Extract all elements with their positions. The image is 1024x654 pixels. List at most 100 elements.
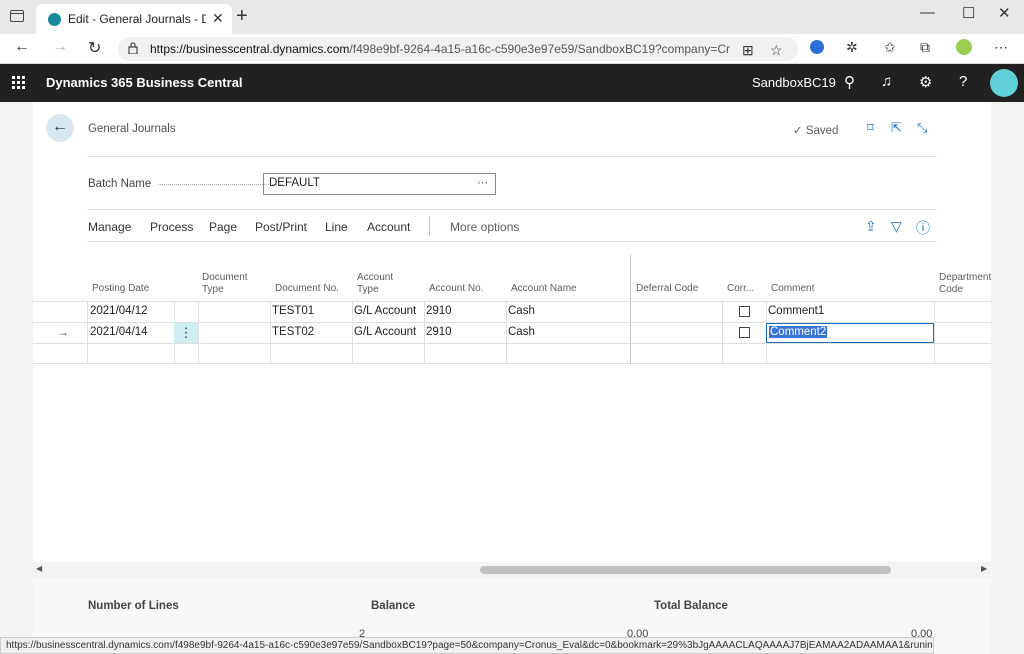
business-central-favicon-icon xyxy=(48,13,61,26)
minimize-icon[interactable]: — xyxy=(920,4,935,21)
forward-arrow-icon[interactable]: → xyxy=(52,38,68,56)
action-process[interactable]: Process xyxy=(150,220,193,234)
divider xyxy=(87,209,937,210)
cell-comment[interactable]: Comment1 xyxy=(768,305,824,317)
table-row[interactable]: 2021/04/12 TEST01 G/L Account 2910 Cash … xyxy=(33,301,991,322)
col-header-correction[interactable]: Corr... xyxy=(727,283,754,295)
col-header-posting-date[interactable]: Posting Date xyxy=(92,283,149,295)
lookup-ellipsis-icon[interactable]: ⋯ xyxy=(477,176,488,189)
share-icon[interactable]: ⇪ xyxy=(865,218,877,235)
info-icon[interactable]: ⓘ xyxy=(916,218,930,238)
open-new-window-icon[interactable]: ⇱ xyxy=(891,120,902,136)
lock-icon xyxy=(128,42,138,54)
saved-label: Saved xyxy=(805,125,839,137)
refresh-icon[interactable]: ↻ xyxy=(88,38,101,58)
back-arrow-icon[interactable]: ← xyxy=(14,38,30,56)
correction-checkbox[interactable] xyxy=(739,306,750,317)
favorite-star-icon[interactable]: ☆ xyxy=(770,42,783,59)
settings-gear-icon[interactable]: ⚙ xyxy=(919,73,932,91)
tab-actions-icon[interactable] xyxy=(10,10,24,22)
divider xyxy=(87,156,937,157)
cell-account-name[interactable]: Cash xyxy=(508,305,535,317)
scroll-right-icon[interactable]: ▶ xyxy=(981,564,987,573)
company-name: SandboxBC19 xyxy=(752,75,836,90)
url-input[interactable]: https://businesscentral.dynamics.com/f49… xyxy=(118,37,798,61)
url-path: /f498e9bf-9264-4a15-a16c-c590e3e97e59/Sa… xyxy=(349,42,730,56)
maximize-icon[interactable]: ☐ xyxy=(962,4,975,22)
divider xyxy=(87,241,937,242)
collapse-icon[interactable]: ⤡ xyxy=(917,120,927,136)
cell-account-type[interactable]: G/L Account xyxy=(354,326,416,338)
table-row[interactable]: → 2021/04/14 ⋮ TEST02 G/L Account 2910 C… xyxy=(33,322,991,343)
cell-posting-date[interactable]: 2021/04/12 xyxy=(90,305,148,317)
new-tab-icon[interactable]: + xyxy=(236,5,248,28)
more-menu-icon[interactable]: ⋯ xyxy=(994,39,1008,56)
cell-account-no[interactable]: 2910 xyxy=(426,326,452,338)
cell-account-no[interactable]: 2910 xyxy=(426,305,452,317)
app-title: Dynamics 365 Business Central xyxy=(46,75,243,90)
balance-label: Balance xyxy=(371,600,416,612)
tab-title: Edit - General Journals - Dynamics 365 B… xyxy=(68,12,206,26)
col-header-department-code[interactable]: Department Code xyxy=(939,272,991,296)
comment-selected-text: Comment2 xyxy=(769,326,828,338)
link-status-bar: https://businesscentral.dynamics.com/f49… xyxy=(0,637,934,654)
window-close-icon[interactable]: ✕ xyxy=(998,4,1011,22)
col-header-comment[interactable]: Comment xyxy=(771,283,814,295)
general-journals-page: ← General Journals ✓ Saved ⌑ ⇱ ⤡ Batch N… xyxy=(33,102,991,654)
row-actions-menu-icon[interactable]: ⋮ xyxy=(174,323,198,343)
col-header-account-type[interactable]: Account Type xyxy=(357,272,407,296)
batch-name-input[interactable]: DEFAULT ⋯ xyxy=(263,173,496,195)
profile-icon[interactable] xyxy=(956,39,972,55)
action-manage[interactable]: Manage xyxy=(88,220,131,234)
help-icon[interactable]: ? xyxy=(959,73,967,90)
collections-icon[interactable]: ⧉ xyxy=(920,39,930,56)
close-icon[interactable]: ✕ xyxy=(212,10,224,27)
correction-checkbox[interactable] xyxy=(739,327,750,338)
filter-icon[interactable]: ▽ xyxy=(891,218,902,235)
cell-document-no[interactable]: TEST02 xyxy=(272,326,314,338)
scroll-left-icon[interactable]: ◀ xyxy=(36,564,42,573)
browser-tab-bar: Edit - General Journals - Dynamics 365 B… xyxy=(0,0,1024,34)
action-account[interactable]: Account xyxy=(367,220,410,234)
avatar[interactable] xyxy=(990,69,1018,97)
browser-tab[interactable]: Edit - General Journals - Dynamics 365 B… xyxy=(36,4,232,34)
current-row-arrow-icon: → xyxy=(57,325,69,339)
scrollbar-thumb[interactable] xyxy=(480,566,891,574)
col-header-document-type[interactable]: Document Type xyxy=(202,272,262,296)
col-header-account-name[interactable]: Account Name xyxy=(511,283,577,295)
action-page[interactable]: Page xyxy=(209,220,237,234)
saved-status: ✓ Saved xyxy=(793,123,838,137)
favorites-icon[interactable]: ✩ xyxy=(884,39,896,56)
cell-posting-date[interactable]: 2021/04/14 xyxy=(90,326,148,338)
app-header: Dynamics 365 Business Central SandboxBC1… xyxy=(0,64,1024,102)
bookmark-icon[interactable]: ⌑ xyxy=(867,120,874,136)
page-title: General Journals xyxy=(88,123,176,135)
extensions-puzzle-icon[interactable]: ✲ xyxy=(846,39,858,56)
action-line[interactable]: Line xyxy=(325,220,348,234)
notification-bell-icon[interactable]: ♫ xyxy=(881,73,892,90)
app-launcher-icon[interactable] xyxy=(12,76,26,90)
col-header-deferral-code[interactable]: Deferral Code xyxy=(636,283,698,295)
url-host: https://businesscentral.dynamics.com xyxy=(150,42,350,56)
horizontal-scrollbar[interactable]: ◀ ▶ xyxy=(33,562,991,578)
address-bar: ← → ↻ https://businesscentral.dynamics.c… xyxy=(0,34,1024,64)
more-options-button[interactable]: More options xyxy=(450,220,519,234)
cell-account-type[interactable]: G/L Account xyxy=(354,305,416,317)
number-of-lines-label: Number of Lines xyxy=(88,600,179,612)
batch-name-value: DEFAULT xyxy=(269,177,320,189)
back-button[interactable]: ← xyxy=(46,114,74,142)
action-post-print[interactable]: Post/Print xyxy=(255,220,307,234)
search-icon[interactable]: ⚲ xyxy=(844,73,855,91)
batch-name-label: Batch Name xyxy=(88,178,152,190)
cell-account-name[interactable]: Cash xyxy=(508,326,535,338)
app-available-icon[interactable]: ⊞ xyxy=(742,42,754,59)
table-row-empty[interactable] xyxy=(33,343,991,364)
comment-input[interactable]: Comment2 xyxy=(766,323,934,343)
col-header-document-no[interactable]: Document No. xyxy=(275,283,339,295)
cell-document-no[interactable]: TEST01 xyxy=(272,305,314,317)
total-balance-label: Total Balance xyxy=(654,600,728,612)
check-icon: ✓ xyxy=(793,125,803,137)
col-header-account-no[interactable]: Account No. xyxy=(429,283,483,295)
browser-extension-icon[interactable] xyxy=(810,40,824,54)
action-separator xyxy=(429,216,430,236)
